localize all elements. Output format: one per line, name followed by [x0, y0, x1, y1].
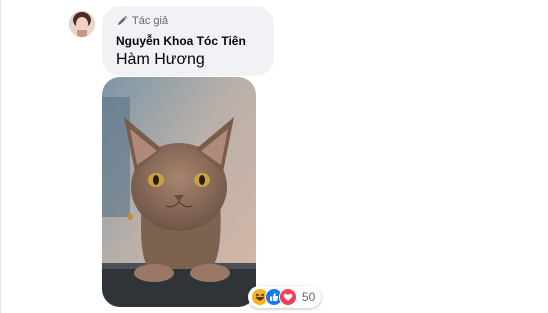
- reaction-count: 50: [302, 290, 316, 304]
- avatar[interactable]: [69, 11, 95, 37]
- love-icon: [279, 288, 297, 306]
- comment-text: Hàm Hương: [116, 51, 205, 68]
- thread-line: [0, 0, 1, 313]
- author-badge: Tác giả: [132, 15, 169, 27]
- avatar-image: [69, 11, 95, 37]
- pen-icon: [118, 15, 128, 25]
- comment-photo[interactable]: [102, 77, 256, 307]
- author-name[interactable]: Nguyễn Khoa Tóc Tiên: [116, 34, 246, 48]
- cat-photo: [102, 77, 256, 307]
- reaction-summary[interactable]: 50: [248, 286, 322, 308]
- author-badge-row: Tác giả: [116, 15, 168, 27]
- comment-bubble: Tác giả Nguyễn Khoa Tóc Tiên Hàm Hương: [102, 6, 274, 76]
